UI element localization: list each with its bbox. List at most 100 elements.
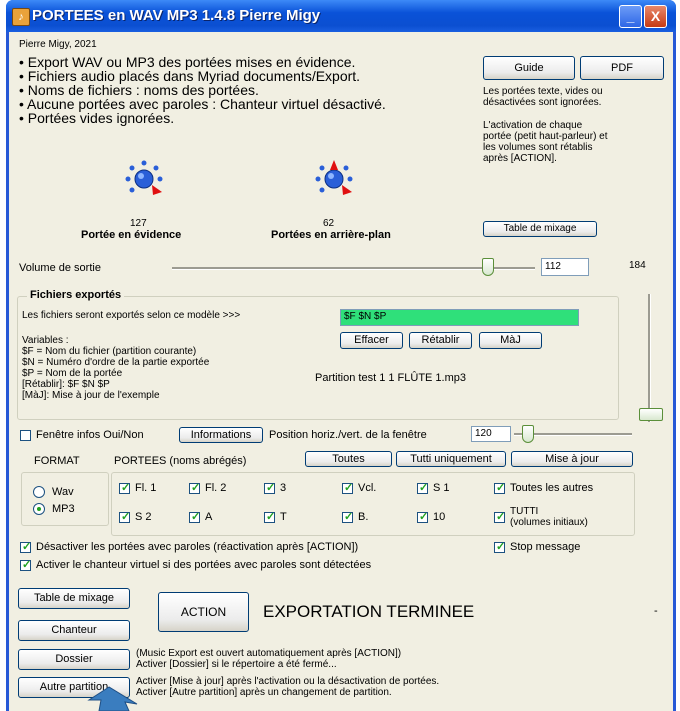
portee-checkbox-8[interactable]: ✓ xyxy=(264,511,275,523)
portee-checkbox-9[interactable]: ✓ xyxy=(342,511,353,523)
format-group xyxy=(21,472,109,526)
help-note-2d: après [ACTION]. xyxy=(483,153,557,164)
chanteur-button[interactable]: Chanteur xyxy=(18,620,130,641)
variable-n: $N = Numéro d'ordre de la partie exporté… xyxy=(22,357,210,368)
portee-label-7: A xyxy=(205,511,213,523)
variable-maj: [MàJ]: Mise à jour de l'exemple xyxy=(22,390,160,401)
vertical-slider-thumb[interactable] xyxy=(639,408,663,421)
tutti-checkbox[interactable]: ✓ xyxy=(494,511,505,523)
tutti-uniquement-button[interactable]: Tutti uniquement xyxy=(396,451,506,467)
activer-chanteur-checkbox[interactable]: ✓ xyxy=(20,559,31,571)
autre-note-2: Activer [Autre partition] après un chang… xyxy=(136,687,392,698)
portee-label-1: Fl. 1 xyxy=(135,482,157,494)
portee-checkbox-10[interactable]: ✓ xyxy=(417,511,428,523)
variable-f: $F = Nom du fichier (partition courante) xyxy=(22,346,197,357)
variables-title: Variables : xyxy=(22,335,69,346)
model-input[interactable]: $F $N $P xyxy=(340,309,579,326)
window-title: PORTEES en WAV MP3 1.4.8 Pierre Migy xyxy=(32,7,321,24)
table-mixage-top-button[interactable]: Table de mixage xyxy=(483,221,597,237)
status-text: EXPORTATION TERMINEE xyxy=(263,602,475,621)
background-value: 62 xyxy=(323,218,335,229)
informations-button[interactable]: Informations xyxy=(179,427,263,443)
toutes-button[interactable]: Toutes xyxy=(305,451,392,467)
desactiver-checkbox[interactable]: ✓ xyxy=(20,541,31,553)
desactiver-label: Désactiver les portées avec paroles (réa… xyxy=(36,541,359,553)
portee-label-9: B. xyxy=(358,511,369,523)
background-label: Portées en arrière-plan xyxy=(271,229,391,241)
portee-checkbox-1[interactable]: ✓ xyxy=(119,482,130,494)
position-value[interactable]: 120 xyxy=(471,426,511,442)
variable-retablir: [Rétablir]: $F $N $P xyxy=(22,379,110,390)
dossier-note-1: (Music Export est ouvert automatiquement… xyxy=(136,648,402,659)
minimize-button[interactable]: _ xyxy=(619,5,642,28)
pdf-button[interactable]: PDF xyxy=(580,56,664,80)
portee-checkbox-2[interactable]: ✓ xyxy=(189,482,200,494)
action-button[interactable]: ACTION xyxy=(158,592,249,632)
portee-label-3: 3 xyxy=(280,482,287,494)
portee-checkbox-5[interactable]: ✓ xyxy=(417,482,428,494)
stop-message-checkbox[interactable]: ✓ xyxy=(494,541,505,553)
wav-label: Wav xyxy=(52,486,74,498)
app-icon: ♪ xyxy=(12,8,30,26)
client-area: Pierre Migy, 2021 • Export WAV ou MP3 de… xyxy=(9,32,673,711)
portee-label-10: 10 xyxy=(433,511,446,523)
portees-label: PORTEES (noms abrégés) xyxy=(114,455,247,467)
help-note-2b: portée (petit haut-parleur) et xyxy=(483,131,608,142)
dossier-note-2: Activer [Dossier] si le répertoire a été… xyxy=(136,659,337,670)
mise-a-jour-button[interactable]: Mise à jour xyxy=(511,451,633,467)
portee-label-8: T xyxy=(280,511,287,523)
help-note-2c: les volumes sont rétablis xyxy=(483,142,593,153)
position-label: Position horiz./vert. de la fenêtre xyxy=(269,429,427,441)
export-legend: Fichiers exportés xyxy=(27,289,125,301)
retablir-button[interactable]: Rétablir xyxy=(409,332,472,349)
portee-label-2: Fl. 2 xyxy=(205,482,227,494)
maj-button[interactable]: MàJ xyxy=(479,332,542,349)
help-note-1a: Les portées texte, vides ou xyxy=(483,86,603,97)
tutti-label: TUTTI xyxy=(510,506,539,517)
volume-value[interactable]: 112 xyxy=(541,258,589,276)
wav-radio[interactable] xyxy=(33,486,45,498)
title-bar[interactable]: ♪ PORTEES en WAV MP3 1.4.8 Pierre Migy _… xyxy=(6,0,676,32)
dossier-button[interactable]: Dossier xyxy=(18,649,130,670)
position-slider-thumb[interactable] xyxy=(522,425,534,443)
volume-slider-thumb[interactable] xyxy=(482,258,494,276)
infos-label: Fenêtre infos Oui/Non xyxy=(36,429,144,441)
example-filename: Partition test 1 1 FLÛTE 1.mp3 xyxy=(315,372,467,384)
infos-checkbox[interactable] xyxy=(20,430,31,441)
help-note-2a: L'activation de chaque xyxy=(483,120,583,131)
pointer-arrow-icon xyxy=(87,686,138,711)
foreground-value: 127 xyxy=(130,218,147,229)
portee-checkbox-7[interactable]: ✓ xyxy=(189,511,200,523)
portee-label-6: S 2 xyxy=(135,511,152,523)
portee-checkbox-autres[interactable]: ✓ xyxy=(494,482,505,494)
foreground-label: Portée en évidence xyxy=(81,229,182,241)
volume-slider-track[interactable] xyxy=(172,267,535,270)
volume-max: 184 xyxy=(629,260,646,271)
portee-label-autres: Toutes les autres xyxy=(510,482,594,494)
portee-checkbox-4[interactable]: ✓ xyxy=(342,482,353,494)
format-label: FORMAT xyxy=(34,455,80,467)
author-text: Pierre Migy, 2021 xyxy=(19,39,97,50)
vertical-slider-track[interactable] xyxy=(648,294,651,422)
activer-chanteur-label: Activer le chanteur virtuel si des porté… xyxy=(36,559,372,571)
guide-button[interactable]: Guide xyxy=(483,56,575,80)
close-button[interactable]: X xyxy=(644,5,667,28)
bullet-5: • Portées vides ignorées. xyxy=(19,110,175,126)
table-mixage-button[interactable]: Table de mixage xyxy=(18,588,130,609)
effacer-button[interactable]: Effacer xyxy=(340,332,403,349)
status-dash: - xyxy=(654,605,658,617)
mp3-label: MP3 xyxy=(52,503,75,515)
volume-label: Volume de sortie xyxy=(19,262,101,274)
app-window: ♪ PORTEES en WAV MP3 1.4.8 Pierre Migy _… xyxy=(6,0,676,711)
background-knob-icon[interactable] xyxy=(314,159,354,199)
portee-label-5: S 1 xyxy=(433,482,450,494)
portee-checkbox-3[interactable]: ✓ xyxy=(264,482,275,494)
help-note-1b: désactivées sont ignorées. xyxy=(483,97,602,108)
model-label: Les fichiers seront exportés selon ce mo… xyxy=(22,310,241,321)
portee-checkbox-6[interactable]: ✓ xyxy=(119,511,130,523)
variable-p: $P = Nom de la portée xyxy=(22,368,123,379)
tutti-sublabel: (volumes initiaux) xyxy=(510,517,588,528)
foreground-knob-icon[interactable] xyxy=(124,159,164,199)
mp3-radio[interactable] xyxy=(33,503,45,515)
stop-message-label: Stop message xyxy=(510,541,581,553)
